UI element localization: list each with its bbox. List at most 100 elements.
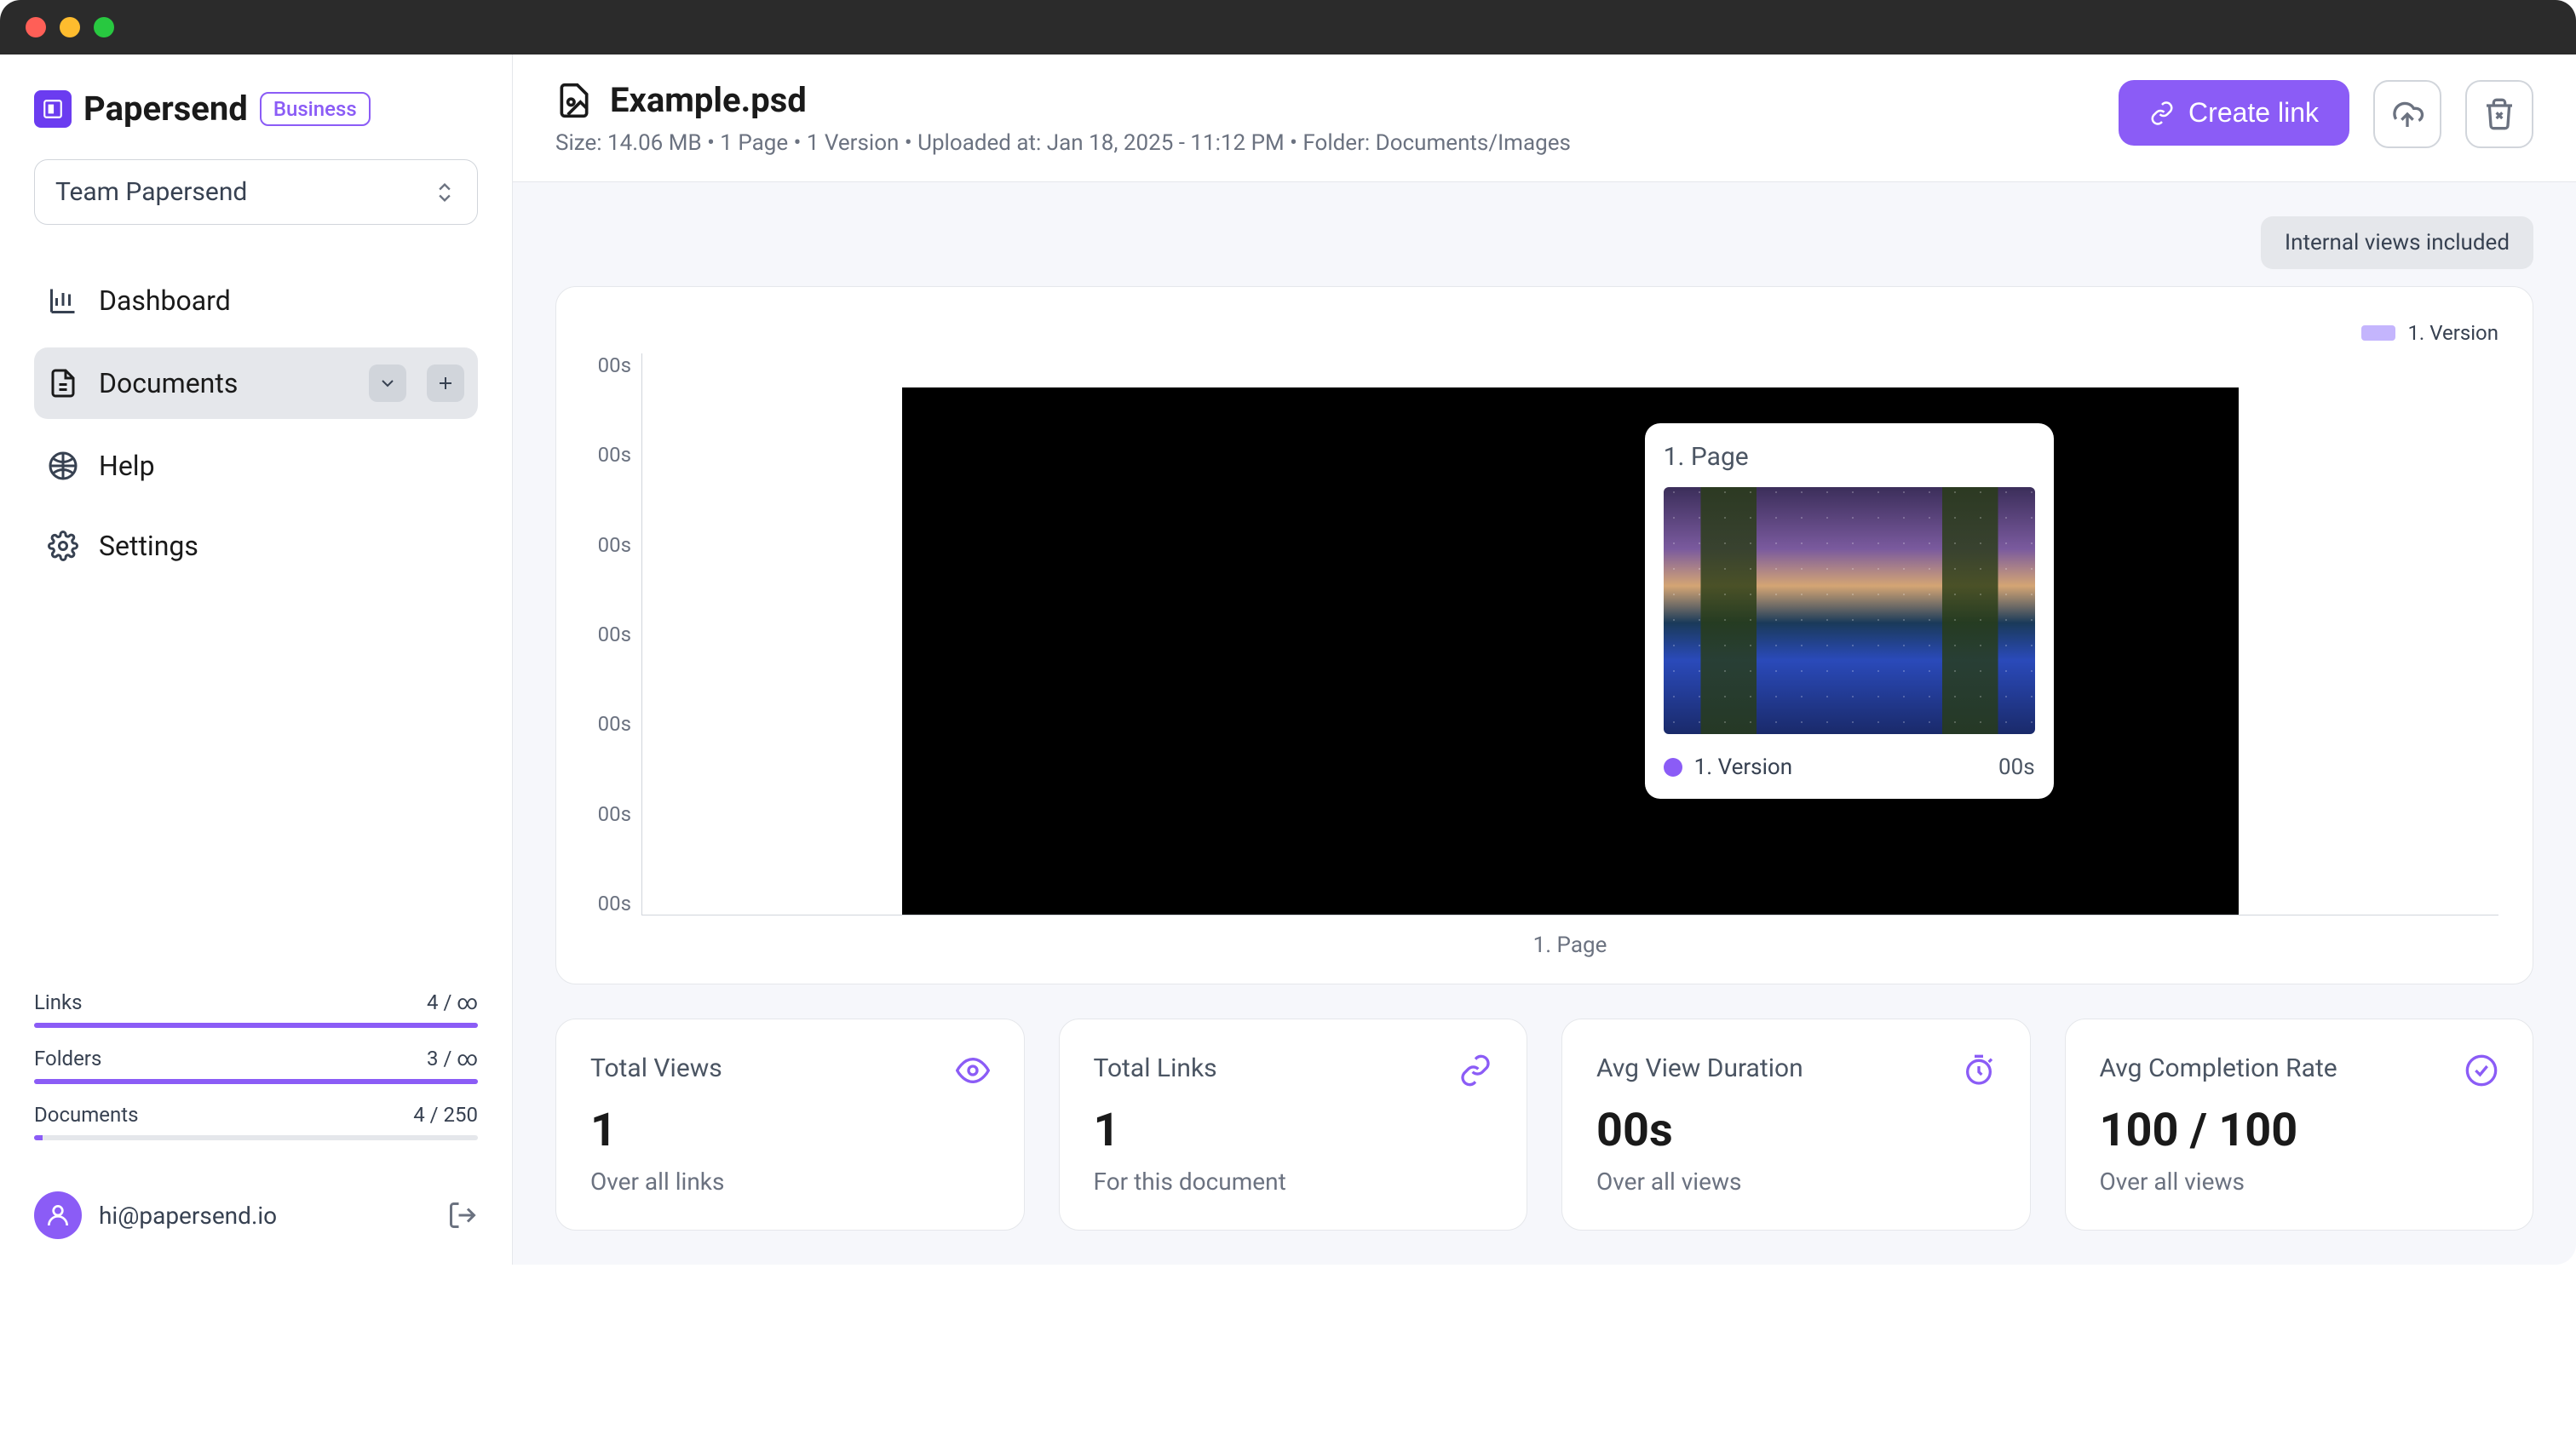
chart-x-axis: 1. Page [590,915,2498,958]
file-image-icon [555,82,593,119]
document-title: Example.psd [610,80,807,120]
stat-sub: Over all views [1596,1168,1996,1196]
chart-legend: 1. Version [590,321,2498,345]
x-tick: 1. Page [1533,933,1607,958]
tooltip-dot-icon [1664,758,1682,777]
logout-button[interactable] [447,1200,478,1231]
usage-folders: Folders 3 / ∞ [34,1047,478,1070]
nav: Dashboard Documents [34,267,478,579]
nav-label: Documents [99,367,238,399]
document-header: Example.psd Size: 14.06 MB • 1 Page • 1 … [513,55,2576,182]
stats-row: Total Views 1 Over all links Total Links… [555,1019,2533,1231]
window-minimize-icon[interactable] [60,17,80,37]
usage-label: Documents [34,1103,139,1127]
y-tick: 00s [598,533,631,557]
document-meta: Size: 14.06 MB • 1 Page • 1 Version • Up… [555,130,2119,156]
usage-links: Links 4 / ∞ [34,990,478,1014]
usage-documents-bar [34,1135,478,1140]
usage-panel: Links 4 / ∞ Folders 3 / ∞ Documents 4 / … [34,972,478,1239]
nav-label: Settings [99,530,198,562]
team-selector-label: Team Papersend [55,177,247,207]
window-close-icon[interactable] [26,17,46,37]
create-link-label: Create link [2188,97,2319,129]
legend-swatch-icon [2361,325,2395,341]
chart-y-axis: 00s 00s 00s 00s 00s 00s 00s [590,353,641,915]
stat-label: Total Views [590,1053,990,1083]
tooltip-value: 00s [1998,755,2035,780]
check-circle-icon [2464,1053,2498,1088]
sidebar: Papersend Business Team Papersend Dashbo… [0,55,513,1265]
stat-sub: Over all views [2100,1168,2499,1196]
document-icon [48,368,78,399]
plus-icon [435,373,456,393]
delete-button[interactable] [2465,80,2533,148]
user-email: hi@papersend.io [99,1202,430,1230]
gear-icon [48,531,78,561]
tooltip-title: 1. Page [1664,442,2035,472]
expand-documents-button[interactable] [369,364,406,402]
nav-settings[interactable]: Settings [34,513,478,579]
stat-sub: For this document [1094,1168,1493,1196]
plan-badge: Business [260,92,371,126]
trash-icon [2482,97,2516,131]
y-tick: 00s [598,443,631,467]
chevron-down-icon [377,373,398,393]
window-titlebar [0,0,2576,55]
stat-total-views: Total Views 1 Over all links [555,1019,1025,1231]
stopwatch-icon [1962,1053,1996,1088]
tooltip-series: 1. Version [1694,755,1792,780]
stat-value: 00s [1596,1104,1996,1157]
stat-value: 100 / 100 [2100,1104,2499,1157]
y-tick: 00s [598,892,631,915]
window-maximize-icon[interactable] [94,17,114,37]
nav-label: Dashboard [99,284,231,317]
stat-label: Avg Completion Rate [2100,1053,2499,1083]
y-tick: 00s [598,353,631,377]
usage-documents: Documents 4 / 250 [34,1103,478,1127]
upload-button[interactable] [2373,80,2441,148]
usage-label: Folders [34,1047,101,1070]
chart-card: 1. Version 00s 00s 00s 00s 00s 00s 00s [555,286,2533,984]
user-row: hi@papersend.io [34,1191,478,1239]
main: Example.psd Size: 14.06 MB • 1 Page • 1 … [513,55,2576,1265]
nav-documents[interactable]: Documents [34,347,478,419]
usage-value: 3 / ∞ [427,1047,478,1070]
chart-plot[interactable]: 1. Page 1. Version 00s [641,353,2498,915]
chevron-updown-icon [433,181,457,204]
stat-value: 1 [590,1104,990,1157]
help-icon [48,451,78,481]
logout-icon [447,1200,478,1231]
stat-sub: Over all links [590,1168,990,1196]
stat-value: 1 [1094,1104,1493,1157]
y-tick: 00s [598,623,631,646]
usage-label: Links [34,990,83,1014]
link-icon [1458,1053,1492,1088]
link-icon [2149,100,2175,126]
usage-value: 4 / ∞ [427,990,478,1014]
page-thumbnail [1664,487,2035,734]
add-document-button[interactable] [427,364,464,402]
brand: Papersend Business [34,89,478,129]
nav-dashboard[interactable]: Dashboard [34,267,478,334]
nav-label: Help [99,450,155,482]
usage-folders-bar [34,1079,478,1084]
user-avatar-icon[interactable] [34,1191,82,1239]
bar-chart-icon [48,285,78,316]
brand-name: Papersend [83,89,248,129]
usage-value: 4 / 250 [413,1103,478,1127]
brand-logo-icon [34,90,72,128]
internal-views-toggle[interactable]: Internal views included [2261,216,2533,269]
nav-help[interactable]: Help [34,433,478,499]
create-link-button[interactable]: Create link [2119,80,2349,146]
eye-icon [956,1053,990,1088]
legend-label: 1. Version [2407,321,2498,345]
y-tick: 00s [598,802,631,826]
stat-label: Avg View Duration [1596,1053,1996,1083]
team-selector[interactable]: Team Papersend [34,159,478,225]
stat-completion-rate: Avg Completion Rate 100 / 100 Over all v… [2065,1019,2534,1231]
cloud-upload-icon [2390,97,2424,131]
usage-links-bar [34,1023,478,1028]
stat-label: Total Links [1094,1053,1493,1083]
internal-views-label: Internal views included [2285,230,2510,255]
y-tick: 00s [598,712,631,736]
